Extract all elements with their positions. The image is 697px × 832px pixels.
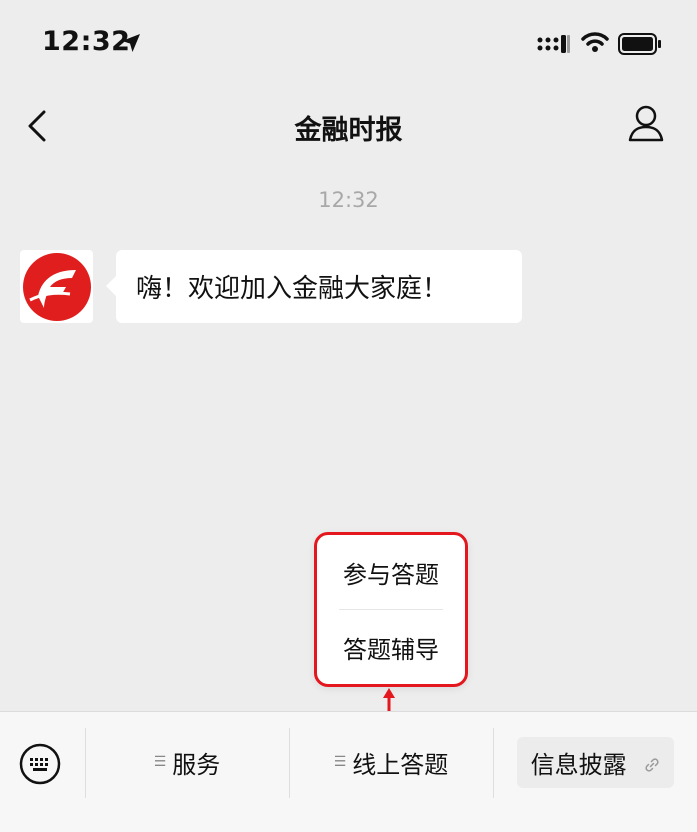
menu-lines-icon: ☰ <box>153 754 167 770</box>
status-bar: 12:32 <box>0 0 697 88</box>
menu-tab-highlight: 信息披露 <box>516 736 675 788</box>
menu-tab-label: 服务 <box>172 750 221 779</box>
nav-title: 金融时报 <box>294 115 403 146</box>
menu-tab-label: 线上答题 <box>352 750 449 779</box>
chat-timestamp: 12:32 <box>318 188 379 212</box>
message-text: 嗨！欢迎加入金融大家庭！ <box>136 274 449 304</box>
status-time: 12:32 <box>42 26 131 57</box>
nav-bar: 金融时报 <box>0 88 697 163</box>
menu-tab-services[interactable]: ☰ 服务 <box>86 712 288 812</box>
location-arrow-icon <box>122 34 140 52</box>
link-icon <box>645 757 659 772</box>
menu-tab-online-quiz[interactable]: ☰ 线上答题 <box>290 712 492 812</box>
ft-logo-icon <box>23 253 91 321</box>
menu-tab-label: 信息披露 <box>530 750 627 779</box>
submenu-item-tutoring[interactable]: 答题辅导 <box>317 610 465 684</box>
battery-icon <box>618 33 661 55</box>
bottom-menu-bar: ☰ 服务 ☰ 线上答题 信息披露 <box>0 711 697 832</box>
signal-icon <box>537 35 570 53</box>
message-bubble[interactable]: 嗨！欢迎加入金融大家庭！ <box>106 250 522 323</box>
avatar[interactable] <box>20 250 93 323</box>
submenu-item-participate[interactable]: 参与答题 <box>317 535 465 609</box>
submenu-popup: 参与答题 答题辅导 <box>314 532 468 687</box>
keyboard-icon[interactable] <box>18 742 62 786</box>
menu-lines-icon: ☰ <box>333 754 347 770</box>
profile-icon[interactable] <box>624 102 668 146</box>
wifi-icon <box>581 32 609 52</box>
menu-tab-disclosure[interactable]: 信息披露 <box>494 712 697 812</box>
